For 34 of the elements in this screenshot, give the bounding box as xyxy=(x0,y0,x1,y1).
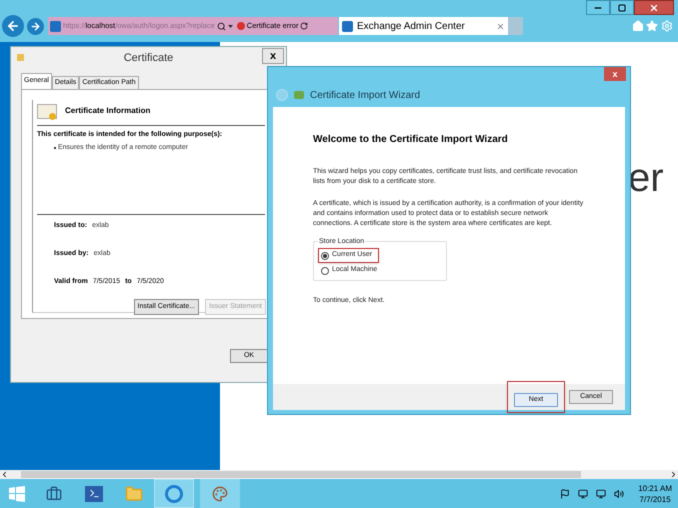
horizontal-scrollbar[interactable] xyxy=(0,470,678,479)
volume-icon[interactable] xyxy=(614,488,624,498)
scroll-right-icon[interactable] xyxy=(669,470,678,479)
close-tab-icon[interactable] xyxy=(496,22,505,30)
scroll-thumb[interactable] xyxy=(21,471,581,478)
paint-icon[interactable] xyxy=(200,479,240,508)
radio-button[interactable] xyxy=(321,266,329,274)
windows-logo-icon xyxy=(9,486,25,502)
info-title: Certificate Information xyxy=(65,105,150,117)
browser-taskbar-icon[interactable] xyxy=(154,479,194,508)
restore-icon xyxy=(618,4,626,12)
close-button[interactable]: x xyxy=(262,48,284,64)
flag-icon[interactable] xyxy=(560,488,570,498)
error-icon xyxy=(236,22,245,30)
back-button[interactable] xyxy=(2,15,24,37)
restore-button[interactable] xyxy=(610,0,634,15)
dialog-title: Certificate xyxy=(124,50,174,66)
dropdown-caret-icon[interactable] xyxy=(228,24,233,28)
forward-arrow-icon xyxy=(30,21,41,32)
page-heading: er xyxy=(628,158,664,198)
close-button[interactable] xyxy=(634,0,674,15)
close-icon xyxy=(649,2,659,12)
clock[interactable]: 10:21 AM 7/7/2015 xyxy=(638,482,672,504)
search-icon[interactable] xyxy=(216,22,226,30)
wizard-heading: Welcome to the Certificate Import Wizard xyxy=(313,133,509,147)
radio-button[interactable] xyxy=(321,252,329,260)
close-button[interactable]: x xyxy=(604,67,626,81)
scroll-left-icon[interactable] xyxy=(0,470,9,479)
forward-button[interactable] xyxy=(27,18,44,35)
wizard-title: Certificate Import Wizard xyxy=(310,88,420,102)
browser-tab[interactable]: Exchange Admin Center xyxy=(339,17,508,35)
refresh-icon[interactable] xyxy=(300,22,308,30)
display-icon[interactable] xyxy=(578,488,588,498)
tab-title: Exchange Admin Center xyxy=(357,20,466,34)
